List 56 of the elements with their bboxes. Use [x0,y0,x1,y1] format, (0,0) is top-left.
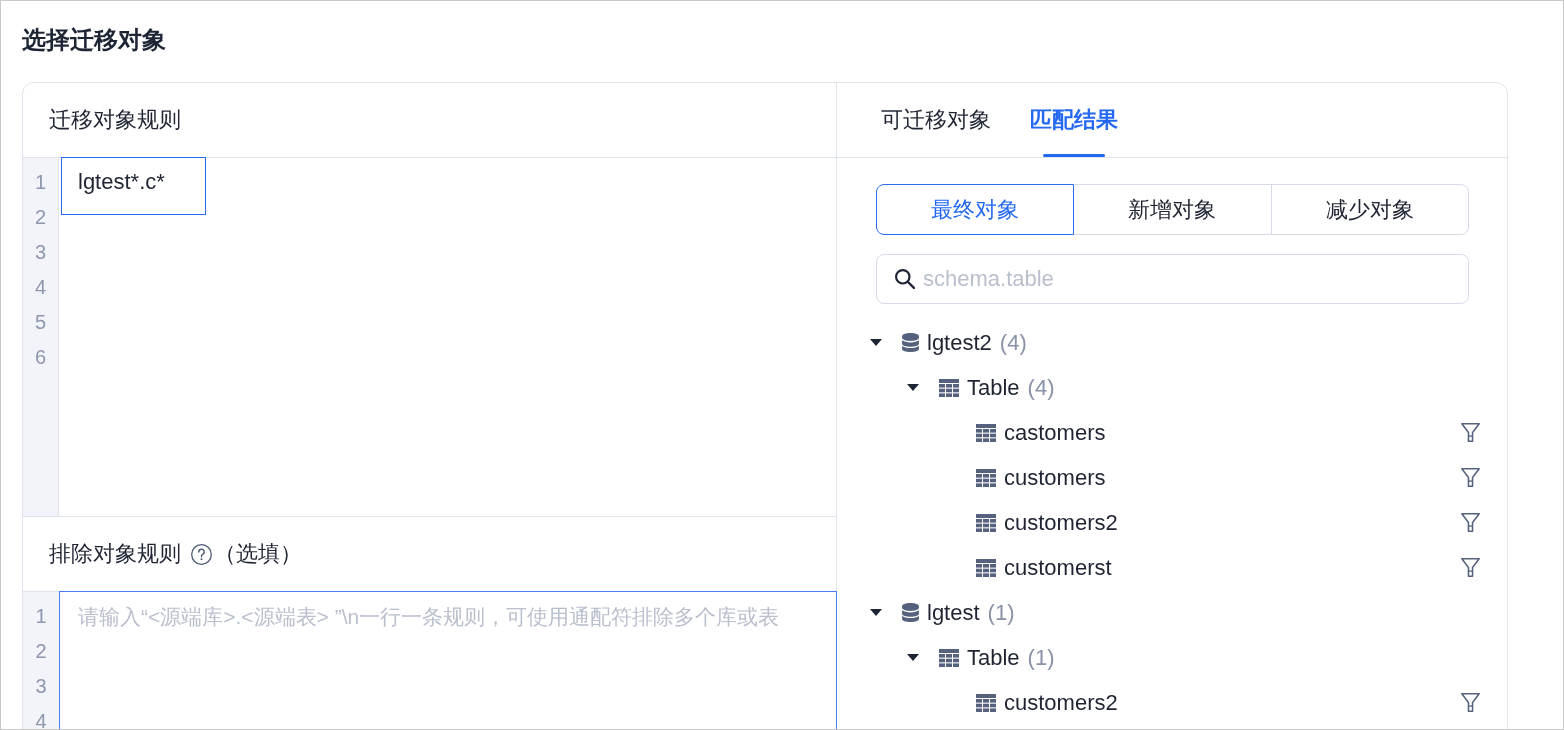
filter-icon[interactable] [1461,693,1480,712]
filter-icon[interactable] [1461,468,1480,487]
filter-icon[interactable] [1461,423,1480,442]
item-count: (4) [1027,373,1055,402]
help-icon[interactable] [191,543,212,565]
object-name[interactable]: castomers [1004,417,1106,448]
object-name[interactable]: customers [1004,462,1106,493]
grid-icon [976,468,996,487]
grid-icon [939,648,959,667]
line-number: 5 [34,314,47,330]
line-number: 4 [35,713,47,729]
category-name[interactable]: Table [967,642,1020,673]
line-number: 2 [34,209,47,225]
segment-button[interactable]: 新增对象 [1073,184,1272,235]
optional-note: （选填） [214,540,302,568]
rule-text: lgtest*.c* [61,157,206,215]
item-count: (1) [1027,643,1055,672]
section-title: 迁移对象规则 [49,106,181,134]
grid-icon [976,558,996,577]
grid-icon [976,513,996,532]
object-name[interactable]: customers2 [1004,507,1118,538]
filter-icon[interactable] [1461,513,1480,532]
line-number: 3 [35,678,47,694]
caret-icon[interactable] [907,384,919,391]
page-title: 选择迁移对象 [22,25,167,55]
grid-icon [939,378,959,397]
caret-icon[interactable] [907,654,919,661]
line-number: 1 [35,608,47,624]
database-icon [902,603,919,622]
category-name[interactable]: Table [967,372,1020,403]
line-number: 2 [35,643,47,659]
line-number: 3 [34,244,47,260]
search-icon [895,269,915,289]
item-count: (1) [987,598,1015,627]
filter-icon[interactable] [1461,558,1480,577]
search-field[interactable]: schema.table [876,254,1469,304]
line-number: 4 [34,279,47,295]
exclude-rules-editor[interactable]: 请输入“<源端库>.<源端表> ”\n一行一条规则，可使用通配符排除多个库或表 [59,591,837,729]
database-name[interactable]: lgtest2 [927,327,992,358]
rules-editor[interactable]: lgtest*.c* [59,158,836,516]
section-title: 排除对象规则 [49,540,181,568]
database-name[interactable]: lgtest [927,597,980,628]
line-number: 6 [34,349,47,365]
item-count: (4) [999,328,1027,357]
segment-button[interactable]: 最终对象 [876,184,1075,235]
line-number: 1 [34,174,47,190]
object-name[interactable]: customerst [1004,552,1112,583]
panel-tab[interactable]: 匹配结果 [1030,83,1118,157]
panel-tab[interactable]: 可迁移对象 [881,83,991,157]
grid-icon [976,423,996,442]
database-icon [902,333,919,352]
object-name[interactable]: customers2 [1004,687,1118,718]
segment-button[interactable]: 减少对象 [1270,184,1469,235]
caret-icon[interactable] [870,339,882,346]
grid-icon [976,693,996,712]
caret-icon[interactable] [870,609,882,616]
